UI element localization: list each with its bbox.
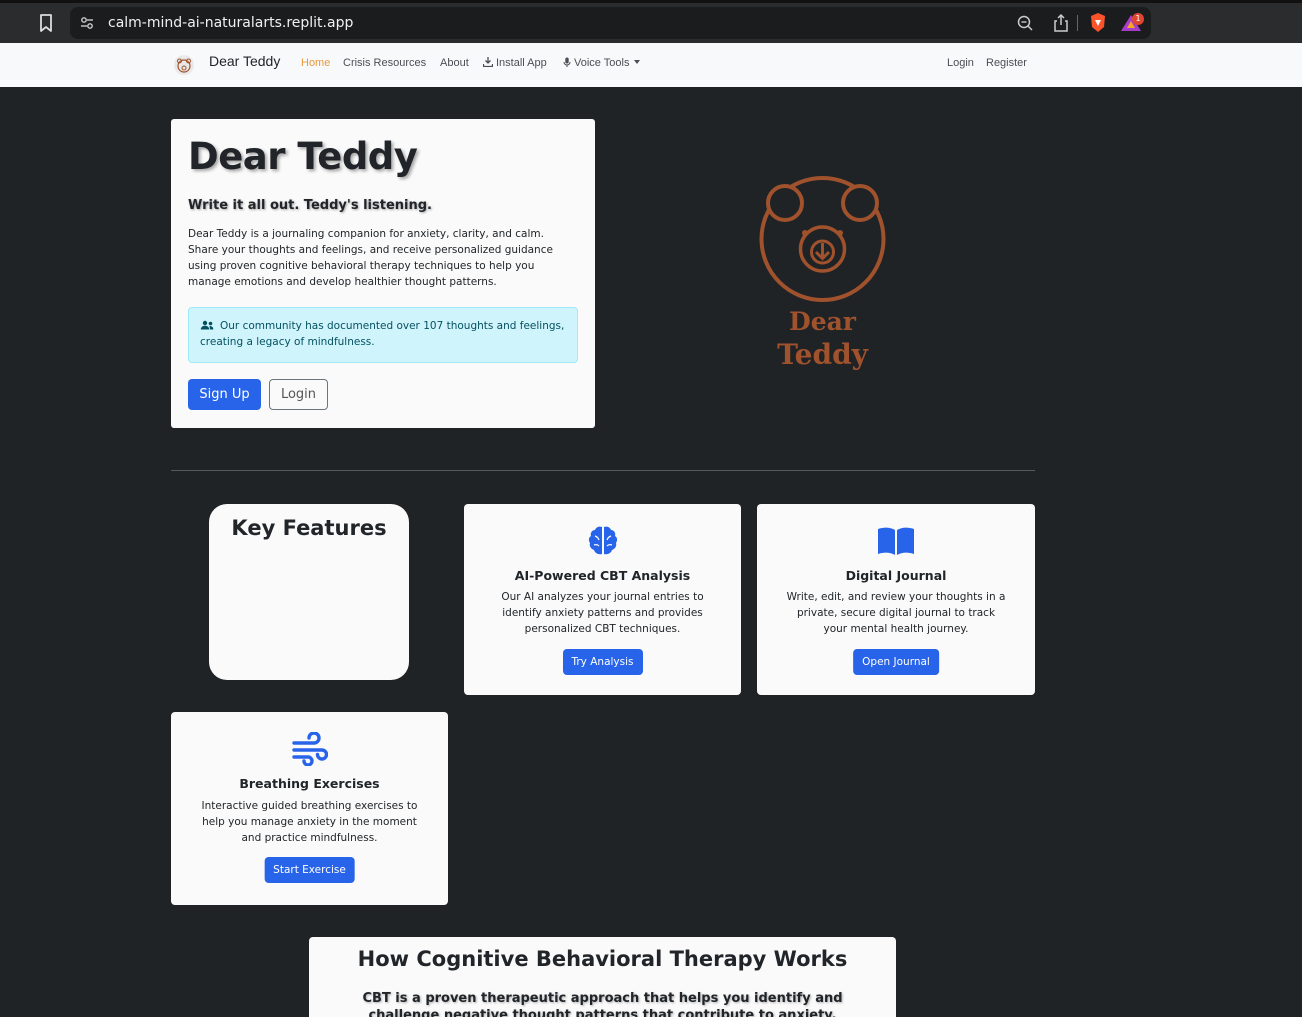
bookmark-icon[interactable] [36, 12, 56, 34]
site-settings-icon[interactable] [78, 14, 96, 32]
url-text[interactable]: calm-mind-ai-naturalarts.replit.app [108, 15, 353, 31]
microphone-icon [563, 57, 571, 67]
wind-icon [291, 732, 328, 766]
cbt-section: How Cognitive Behavioral Therapy Works C… [309, 937, 896, 1017]
login-button[interactable]: Login [269, 379, 328, 410]
feature-text-breathing: Interactive guided breathing exercises t… [201, 800, 418, 844]
open-journal-button[interactable]: Open Journal [853, 649, 939, 675]
start-exercise-button[interactable]: Start Exercise [264, 857, 355, 883]
toolbar-separator [1077, 15, 1078, 31]
nav-crisis-resources[interactable]: Crisis Resources [343, 57, 426, 69]
download-icon [483, 57, 493, 67]
address-bar[interactable]: calm-mind-ai-naturalarts.replit.app 1 [70, 7, 1151, 39]
key-features-card: Key Features [209, 504, 409, 680]
site-navbar: Dear Teddy Home Crisis Resources About I… [0, 43, 1302, 87]
nav-voice-tools-label: Voice Tools [574, 57, 630, 69]
community-alert: Our community has documented over 107 th… [188, 307, 578, 363]
feature-text-journal: Write, edit, and review your thoughts in… [786, 591, 1006, 635]
hero-tagline: Write it all out. Teddy's listening. [188, 198, 432, 213]
zoom-icon[interactable] [1016, 14, 1034, 32]
share-icon[interactable] [1052, 13, 1070, 33]
notification-badge: 1 [1132, 13, 1144, 25]
nav-voice-tools-dropdown[interactable]: Voice Tools [563, 57, 641, 69]
nav-install-app[interactable]: Install App [483, 57, 547, 69]
feature-title-journal: Digital Journal [845, 568, 947, 583]
book-open-icon [878, 527, 914, 555]
teddy-face-icon [759, 176, 886, 302]
feature-title-breathing: Breathing Exercises [239, 776, 380, 791]
nav-login[interactable]: Login [947, 57, 974, 69]
nav-about[interactable]: About [440, 57, 469, 69]
sign-up-button[interactable]: Sign Up [188, 379, 261, 410]
feature-card-cbt-analysis: AI-Powered CBT Analysis Our AI analyzes … [464, 504, 741, 695]
nav-register[interactable]: Register [986, 57, 1027, 69]
brain-icon [588, 526, 617, 555]
cbt-intro: CBT is a proven therapeutic approach tha… [362, 991, 843, 1017]
users-icon [200, 320, 214, 330]
community-note: Our community has documented over 107 th… [200, 320, 565, 348]
feature-title-cbt: AI-Powered CBT Analysis [514, 568, 691, 583]
feature-card-digital-journal: Digital Journal Write, edit, and review … [757, 504, 1035, 695]
feature-text-cbt: Our AI analyzes your journal entries to … [501, 591, 704, 635]
hero-title: Dear Teddy [188, 135, 418, 178]
brand-name[interactable]: Dear Teddy [209, 53, 280, 69]
logo-text-dear: Dear [789, 307, 856, 336]
teddy-logo-icon[interactable] [173, 54, 195, 76]
nav-install-app-label: Install App [496, 57, 547, 69]
nav-home[interactable]: Home [301, 57, 330, 69]
chevron-down-icon [634, 60, 641, 64]
feature-card-breathing: Breathing Exercises Interactive guided b… [171, 712, 448, 905]
hero-card: Dear Teddy Write it all out. Teddy's lis… [171, 119, 595, 428]
try-analysis-button[interactable]: Try Analysis [562, 649, 643, 675]
browser-toolbar: calm-mind-ai-naturalarts.replit.app 1 [0, 0, 1302, 43]
brave-shields-icon[interactable] [1088, 12, 1108, 34]
logo-text-teddy: Teddy [777, 338, 868, 371]
hero-description: Dear Teddy is a journaling companion for… [188, 228, 553, 288]
section-divider [171, 470, 1035, 471]
dear-teddy-logo: Dear Teddy [755, 175, 890, 375]
key-features-heading: Key Features [231, 516, 387, 540]
cbt-heading: How Cognitive Behavioral Therapy Works [357, 947, 848, 971]
